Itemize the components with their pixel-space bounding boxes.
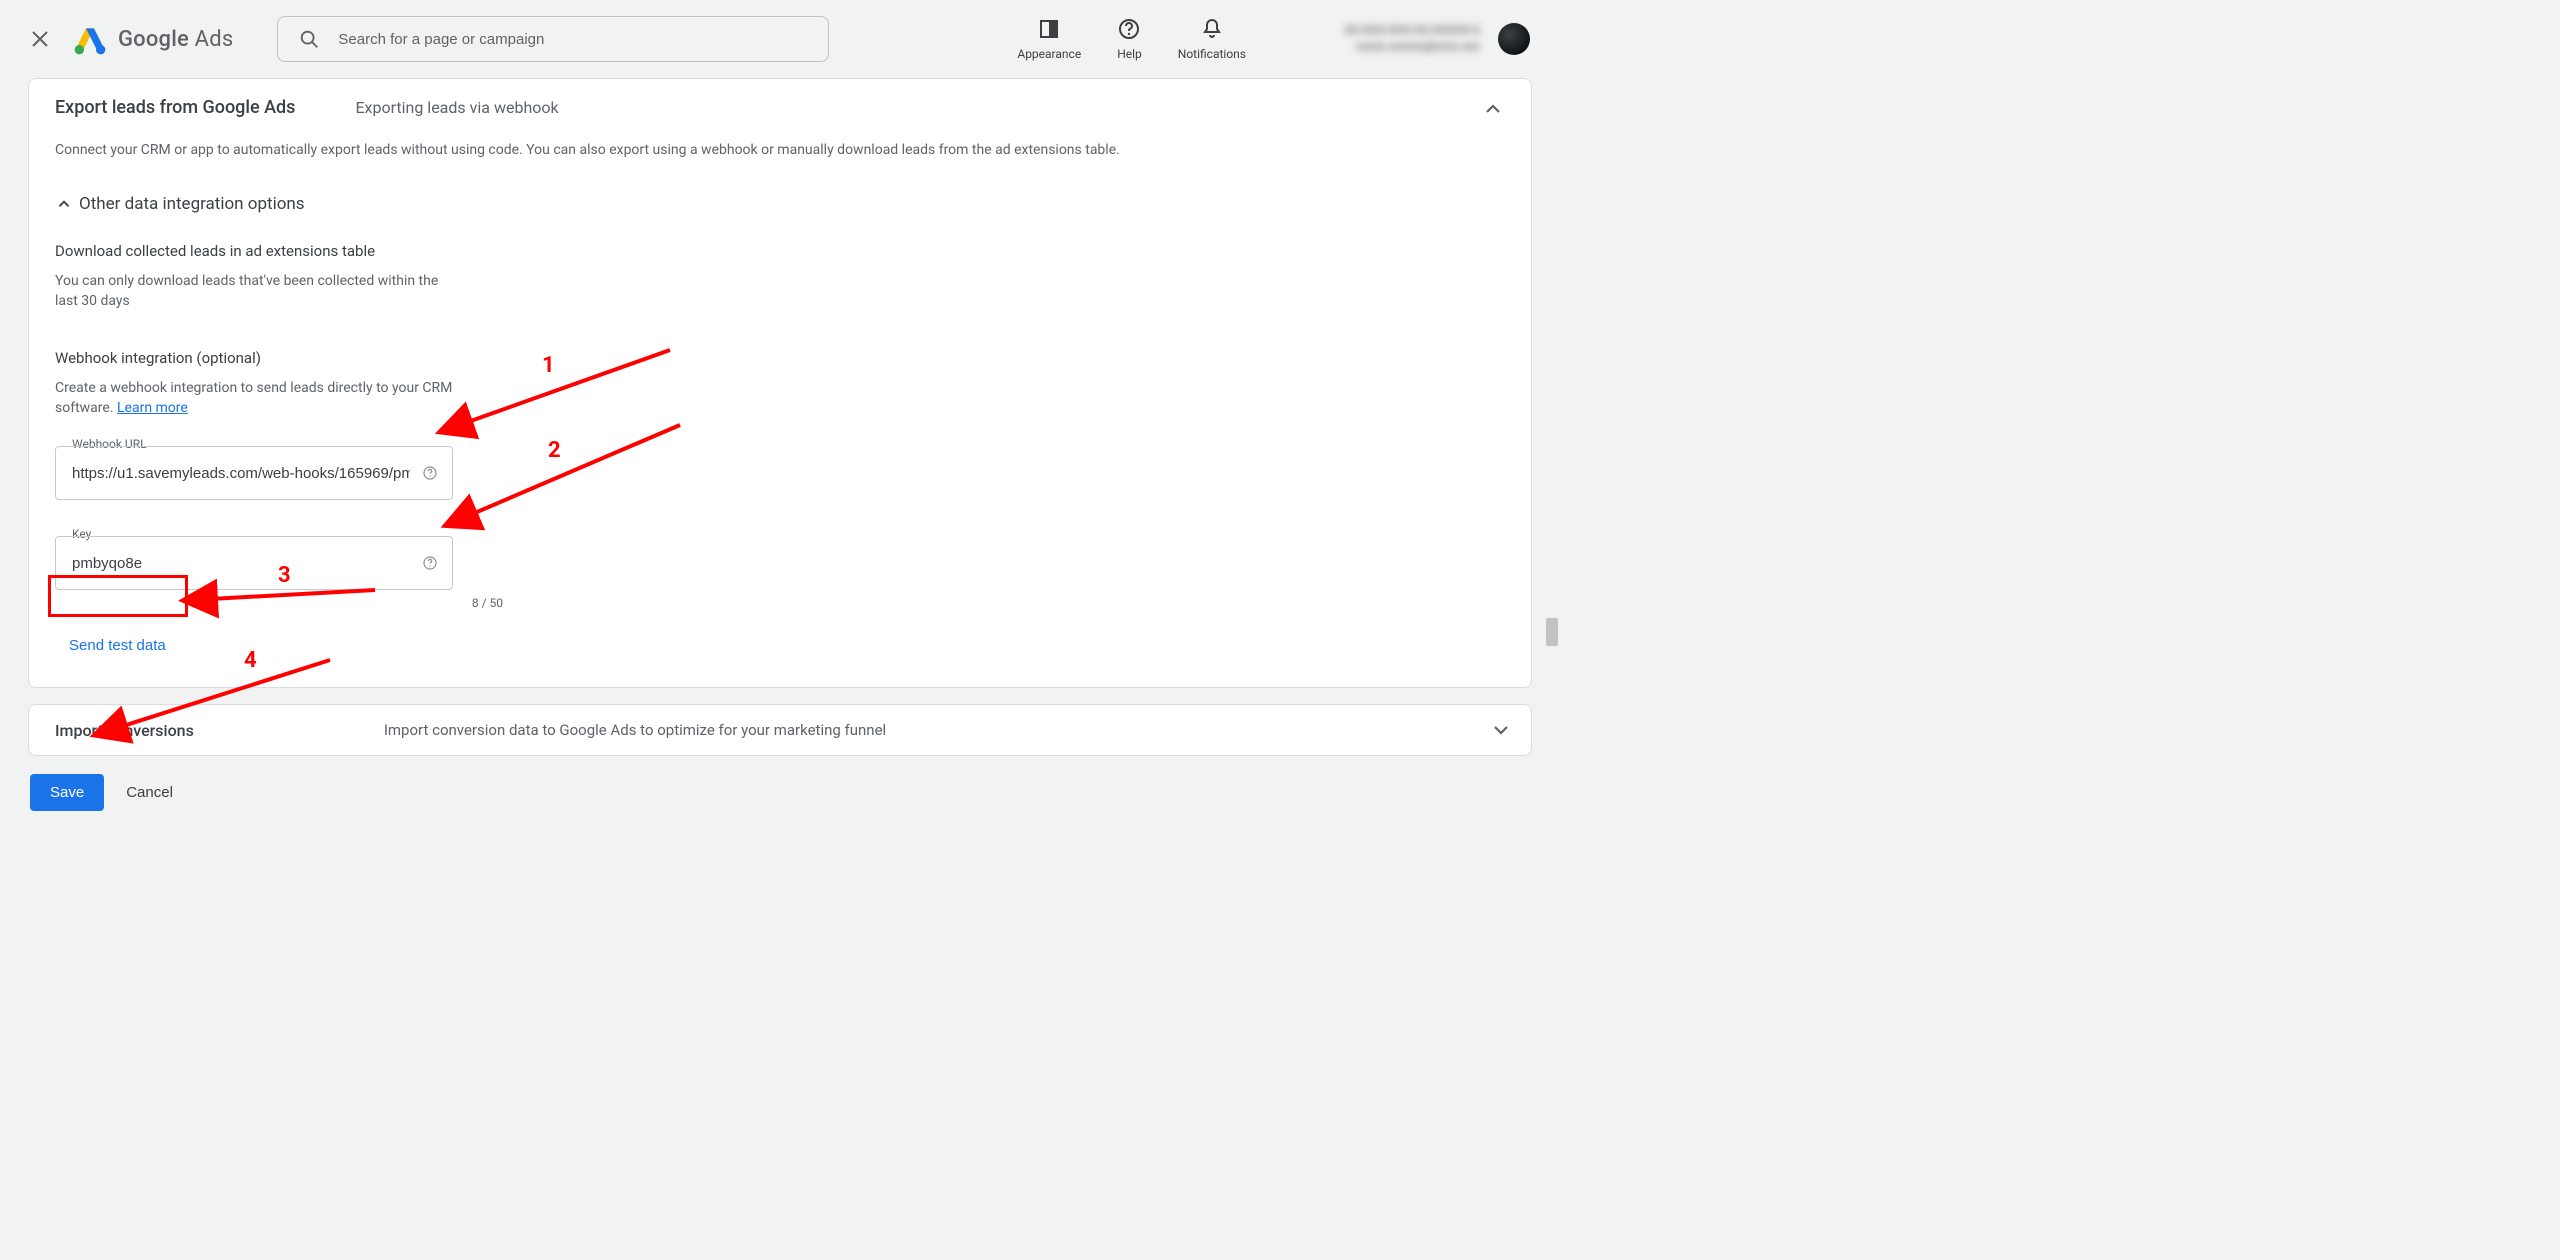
key-field[interactable] — [55, 536, 453, 590]
brand-text: Google Ads — [118, 27, 233, 52]
webhook-url-input[interactable] — [72, 465, 410, 482]
cancel-button[interactable]: Cancel — [126, 784, 173, 801]
top-bar: Google Ads Appearance Help Notifications… — [0, 0, 1560, 78]
help-tooltip-icon[interactable] — [422, 465, 438, 481]
notifications-button[interactable]: Notifications — [1178, 17, 1246, 61]
appearance-button[interactable]: Appearance — [1017, 17, 1081, 61]
import-conversions-desc: Import conversion data to Google Ads to … — [384, 721, 886, 739]
download-leads-desc: You can only download leads that've been… — [55, 272, 445, 311]
appearance-icon — [1037, 17, 1061, 41]
account-area[interactable]: XX-XXX-XXX-XX-XXXXX-X xxxxx.xxxxxx@xxxx.… — [1290, 23, 1530, 55]
scrollbar-thumb[interactable] — [1546, 618, 1558, 646]
collapse-icon[interactable] — [1481, 97, 1505, 121]
card-description: Connect your CRM or app to automatically… — [55, 142, 1505, 158]
search-icon — [298, 28, 320, 50]
google-ads-logo-icon — [74, 23, 106, 55]
webhook-desc: Create a webhook integration to send lea… — [55, 379, 455, 418]
learn-more-link[interactable]: Learn more — [117, 400, 188, 416]
avatar[interactable] — [1498, 23, 1530, 55]
bottom-buttons: Save Cancel — [30, 774, 1560, 811]
help-button[interactable]: Help — [1117, 17, 1142, 61]
webhook-heading: Webhook integration (optional) — [55, 349, 1505, 367]
bell-icon — [1200, 17, 1224, 41]
import-conversions-card[interactable]: Import conversions Import conversion dat… — [28, 704, 1532, 756]
help-icon — [1117, 17, 1141, 41]
search-box[interactable] — [277, 16, 829, 62]
key-input[interactable] — [72, 555, 410, 572]
account-info-blurred: XX-XXX-XXX-XX-XXXXX-X xxxxx.xxxxxx@xxxx.… — [1290, 23, 1480, 54]
save-button[interactable]: Save — [30, 774, 104, 811]
download-leads-heading: Download collected leads in ad extension… — [55, 242, 1505, 260]
export-leads-card: Export leads from Google Ads Exporting l… — [28, 78, 1532, 688]
webhook-url-field[interactable] — [55, 446, 453, 500]
search-input[interactable] — [338, 31, 808, 48]
card-tab-label: Exporting leads via webhook — [355, 98, 558, 117]
chevron-down-icon[interactable] — [1489, 718, 1513, 742]
key-char-count: 8 / 50 — [55, 596, 503, 610]
help-tooltip-icon[interactable] — [422, 555, 438, 571]
card-title: Export leads from Google Ads — [55, 97, 295, 118]
brand-logo-group: Google Ads — [74, 23, 233, 55]
import-conversions-title: Import conversions — [55, 721, 194, 740]
top-actions: Appearance Help Notifications — [1017, 17, 1246, 61]
other-options-toggle[interactable]: Other data integration options — [55, 194, 1505, 214]
send-test-data-button[interactable]: Send test data — [55, 628, 180, 663]
close-icon[interactable] — [28, 27, 52, 51]
chevron-up-icon — [55, 195, 73, 213]
other-options-label: Other data integration options — [79, 194, 305, 214]
